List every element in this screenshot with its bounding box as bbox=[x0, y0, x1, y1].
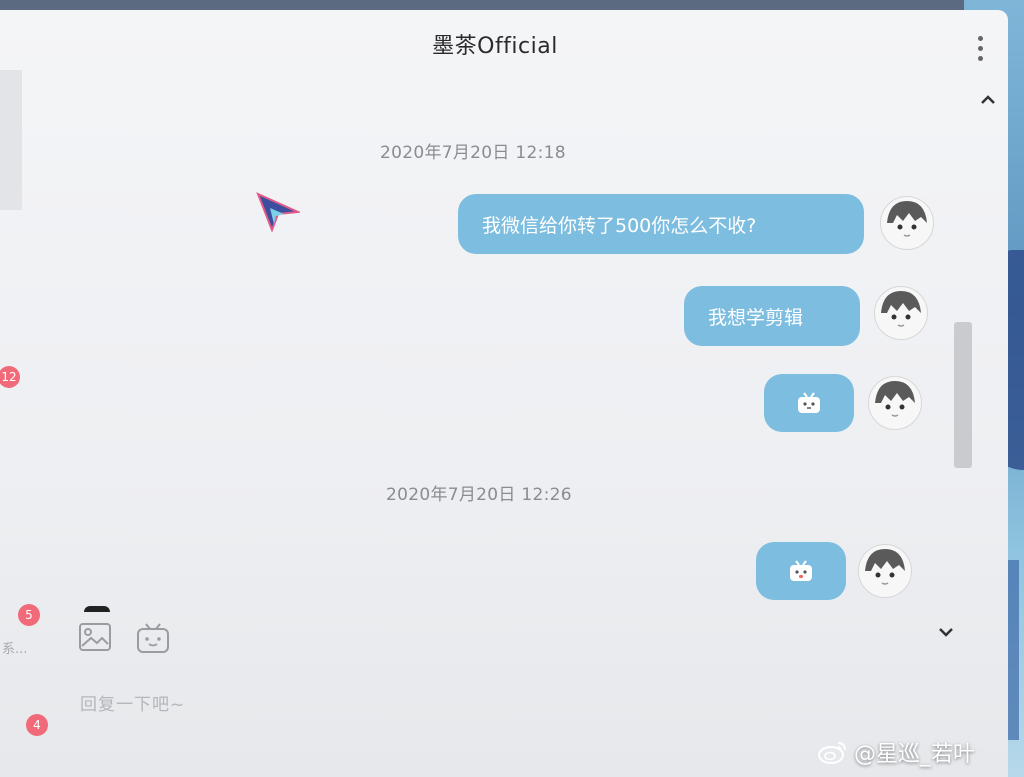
message-bubble[interactable]: 我微信给你转了500你怎么不收? bbox=[458, 194, 864, 254]
conversation-list-edge bbox=[0, 70, 22, 210]
partial-avatar bbox=[84, 606, 110, 612]
reply-input[interactable]: 回复一下吧~ bbox=[80, 690, 185, 715]
sticker-message[interactable] bbox=[756, 542, 846, 600]
more-options-icon[interactable] bbox=[974, 36, 986, 66]
message-timestamp: 2020年7月20日 12:26 bbox=[386, 485, 572, 505]
image-icon[interactable] bbox=[78, 622, 112, 652]
user-avatar[interactable] bbox=[858, 544, 912, 598]
weibo-icon bbox=[818, 742, 846, 764]
user-avatar[interactable] bbox=[874, 286, 928, 340]
sticker-message[interactable] bbox=[764, 374, 854, 432]
mouse-cursor-icon bbox=[256, 192, 300, 232]
user-avatar[interactable] bbox=[880, 196, 934, 250]
chevron-down-icon[interactable] bbox=[936, 622, 956, 642]
scrollbar-thumb[interactable] bbox=[954, 322, 972, 468]
unread-badge: 4 bbox=[26, 714, 48, 736]
user-avatar[interactable] bbox=[868, 376, 922, 430]
conversation-snippet: 系... bbox=[2, 642, 28, 657]
unread-badge: 12 bbox=[0, 366, 20, 388]
bilibili-tv-face-icon bbox=[798, 392, 820, 413]
message-timestamp: 2020年7月20日 12:18 bbox=[380, 143, 566, 163]
emoji-icon[interactable] bbox=[136, 622, 170, 654]
chevron-up-icon[interactable] bbox=[978, 90, 998, 110]
bilibili-tv-face-icon bbox=[790, 560, 812, 581]
unread-badge: 5 bbox=[18, 604, 40, 626]
watermark-text: @星巡_若叶 bbox=[854, 742, 976, 767]
watermark: @星巡_若叶 bbox=[818, 736, 975, 768]
chat-title: 墨茶Official bbox=[432, 34, 558, 59]
chat-window: 墨茶Official 2020年7月20日 12:18 我微信给你转了500你怎… bbox=[0, 10, 1008, 777]
message-bubble[interactable]: 我想学剪辑 bbox=[684, 286, 860, 346]
